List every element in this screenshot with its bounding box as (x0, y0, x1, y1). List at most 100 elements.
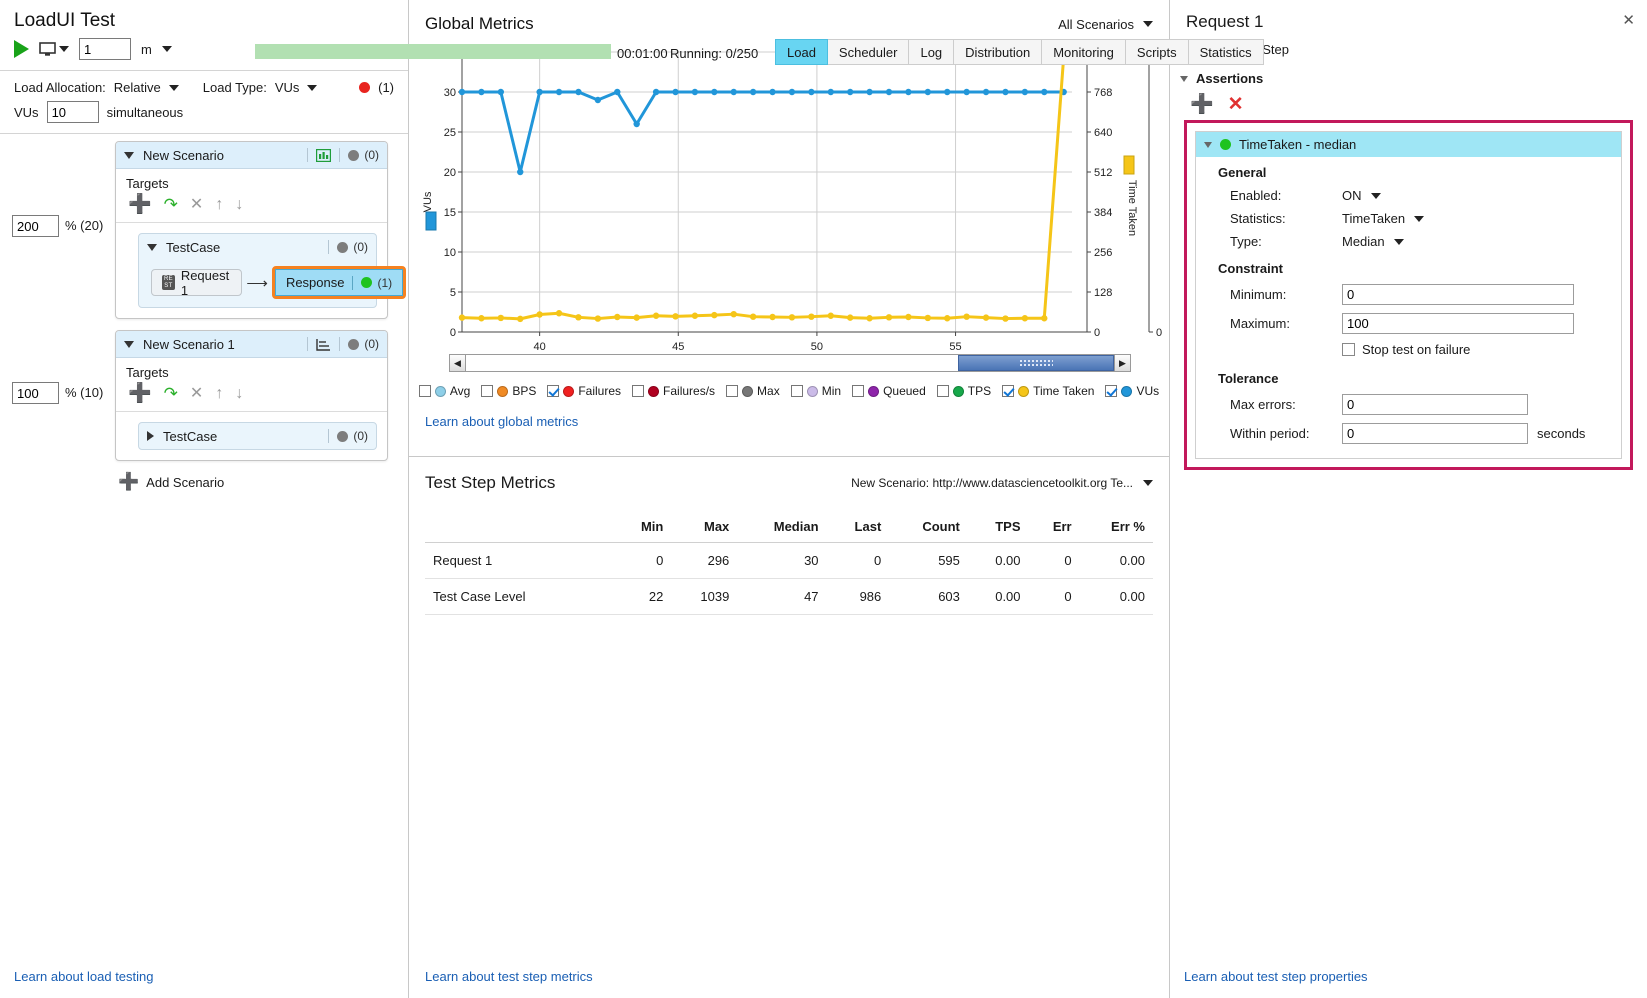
legend-item-time-taken[interactable]: Time Taken (1002, 384, 1094, 398)
move-down-icon[interactable]: ↓ (235, 385, 243, 402)
tab-load[interactable]: Load (775, 39, 828, 65)
legend-item-min[interactable]: Min (790, 384, 841, 398)
chevron-down-icon (1370, 192, 1381, 199)
learn-test-step-metrics-link[interactable]: Learn about test step metrics (425, 969, 593, 984)
enabled-dropdown[interactable]: ON (1342, 188, 1381, 203)
scenario-1-header[interactable]: New Scenario 1 (0) (116, 331, 387, 358)
scenario-1-percent-input[interactable] (12, 382, 59, 404)
assertions-section-header[interactable]: Assertions (1170, 61, 1647, 88)
scroll-left-icon[interactable]: ◀ (450, 355, 466, 371)
legend-checkbox[interactable] (1105, 385, 1118, 397)
load-allocation-chevron-icon[interactable] (168, 84, 179, 91)
refresh-target-icon[interactable]: ↷ (164, 385, 178, 402)
expand-triangle-icon[interactable] (124, 151, 134, 159)
legend-checkbox[interactable] (1002, 385, 1015, 397)
col-header-err-: Err % (1079, 515, 1153, 543)
duration-unit-chevron-icon[interactable] (161, 46, 172, 52)
tab-scripts[interactable]: Scripts (1125, 39, 1189, 65)
response-node[interactable]: Response (1) (274, 269, 404, 296)
legend-item-vus[interactable]: VUs (1105, 384, 1159, 398)
expand-triangle-icon[interactable] (1204, 141, 1212, 148)
scroll-right-icon[interactable]: ▶ (1114, 355, 1130, 371)
add-target-icon[interactable]: ➕ (128, 384, 152, 403)
test-step-request-1[interactable]: RE ST Request 1 (151, 268, 243, 298)
load-type-chevron-icon[interactable] (307, 84, 318, 91)
load-allocation-value[interactable]: Relative (114, 80, 161, 95)
legend-checkbox[interactable] (936, 385, 949, 397)
play-icon[interactable] (14, 40, 29, 58)
tab-statistics[interactable]: Statistics (1188, 39, 1264, 65)
legend-checkbox[interactable] (481, 385, 494, 397)
learn-load-testing-link[interactable]: Learn about load testing (14, 969, 154, 984)
svg-text:25: 25 (444, 127, 456, 139)
stop-on-failure-checkbox[interactable] (1342, 343, 1355, 356)
tab-distribution[interactable]: Distribution (954, 39, 1043, 65)
delete-assertion-icon[interactable]: ✕ (1228, 93, 1244, 116)
assertion-row[interactable]: TimeTaken - median (1196, 132, 1621, 157)
legend-item-avg[interactable]: Avg (418, 384, 470, 398)
test-step-scenario-selector[interactable]: New Scenario: http://www.datasciencetool… (851, 476, 1153, 490)
agent-selector[interactable] (39, 41, 69, 57)
tab-scheduler[interactable]: Scheduler (827, 39, 910, 65)
legend-checkbox[interactable] (547, 385, 560, 397)
legend-item-failures[interactable]: Failures (547, 384, 621, 398)
legend-checkbox[interactable] (790, 385, 803, 397)
type-dropdown[interactable]: Median (1342, 234, 1404, 249)
duration-input[interactable] (79, 38, 131, 60)
run-progress-fill (255, 44, 611, 59)
statistics-dropdown[interactable]: TimeTaken (1342, 211, 1425, 226)
table-row[interactable]: Request 1 0 296 30 0 595 0.00 0 0.00 (425, 542, 1153, 579)
all-scenarios-selector[interactable]: All Scenarios (1058, 17, 1153, 32)
testcase-0-header[interactable]: TestCase (0) (139, 234, 376, 260)
add-scenario-button[interactable]: ➕ Add Scenario (118, 472, 224, 492)
scroll-track[interactable] (466, 355, 1114, 371)
load-type-value[interactable]: VUs (275, 80, 300, 95)
move-up-icon[interactable]: ↑ (215, 385, 223, 402)
tab-monitoring[interactable]: Monitoring (1042, 39, 1126, 65)
stop-on-failure-row[interactable]: Stop test on failure (1196, 338, 1621, 363)
enabled-label: Enabled: (1230, 188, 1282, 203)
legend-checkbox[interactable] (418, 385, 431, 397)
legend-item-bps[interactable]: BPS (481, 384, 536, 398)
legend-item-max[interactable]: Max (726, 384, 780, 398)
global-metrics-chart[interactable]: 0510152025303540455055012825638451264076… (417, 40, 1186, 353)
minimum-input[interactable] (1342, 284, 1574, 305)
step-chart-icon[interactable] (316, 338, 331, 351)
remove-target-icon[interactable]: ✕ (190, 385, 203, 402)
stop-on-failure-label: Stop test on failure (1362, 342, 1471, 357)
learn-global-metrics-link[interactable]: Learn about global metrics (409, 408, 1169, 437)
legend-checkbox[interactable] (632, 385, 645, 397)
within-period-input[interactable] (1342, 423, 1528, 444)
expand-triangle-icon[interactable] (124, 340, 134, 348)
scenario-0-header[interactable]: New Scenario (0) (116, 142, 387, 169)
expand-triangle-icon[interactable] (1180, 75, 1188, 82)
refresh-target-icon[interactable]: ↷ (164, 196, 178, 213)
move-down-icon[interactable]: ↓ (235, 196, 243, 213)
remove-target-icon[interactable]: ✕ (190, 196, 203, 213)
bar-chart-icon[interactable] (316, 148, 332, 162)
testcase-1-header[interactable]: TestCase (0) (139, 423, 376, 449)
scenario-0-percent-input[interactable] (12, 215, 59, 237)
row-cell: 0.00 (1079, 542, 1153, 579)
add-assertion-icon[interactable]: ➕ (1190, 92, 1214, 116)
max-errors-input[interactable] (1342, 394, 1528, 415)
legend-checkbox[interactable] (852, 385, 865, 397)
learn-test-step-properties-link[interactable]: Learn about test step properties (1184, 969, 1368, 984)
add-target-icon[interactable]: ➕ (128, 195, 152, 214)
table-row[interactable]: Test Case Level 22 1039 47 986 603 0.00 0 0.00 (425, 578, 1153, 615)
metrics-table: Min Max Median Last Count TPS Err Err % Request… (425, 515, 1153, 615)
legend-item-tps[interactable]: TPS (936, 384, 991, 398)
legend-item-queued[interactable]: Queued (852, 384, 926, 398)
close-icon[interactable]: ✕ (1622, 11, 1635, 29)
legend-item-failures-s[interactable]: Failures/s (632, 384, 715, 398)
move-up-icon[interactable]: ↑ (215, 196, 223, 213)
expand-triangle-icon[interactable] (147, 243, 157, 251)
vus-input[interactable] (46, 101, 99, 123)
legend-checkbox[interactable] (726, 385, 739, 397)
maximum-input[interactable] (1342, 313, 1574, 334)
chart-horizontal-scrollbar[interactable]: ◀ ▶ (449, 354, 1131, 372)
tab-log[interactable]: Log (909, 39, 955, 65)
collapse-triangle-icon[interactable] (147, 431, 154, 441)
add-scenario-label: Add Scenario (146, 474, 225, 490)
scroll-thumb[interactable] (958, 355, 1114, 371)
